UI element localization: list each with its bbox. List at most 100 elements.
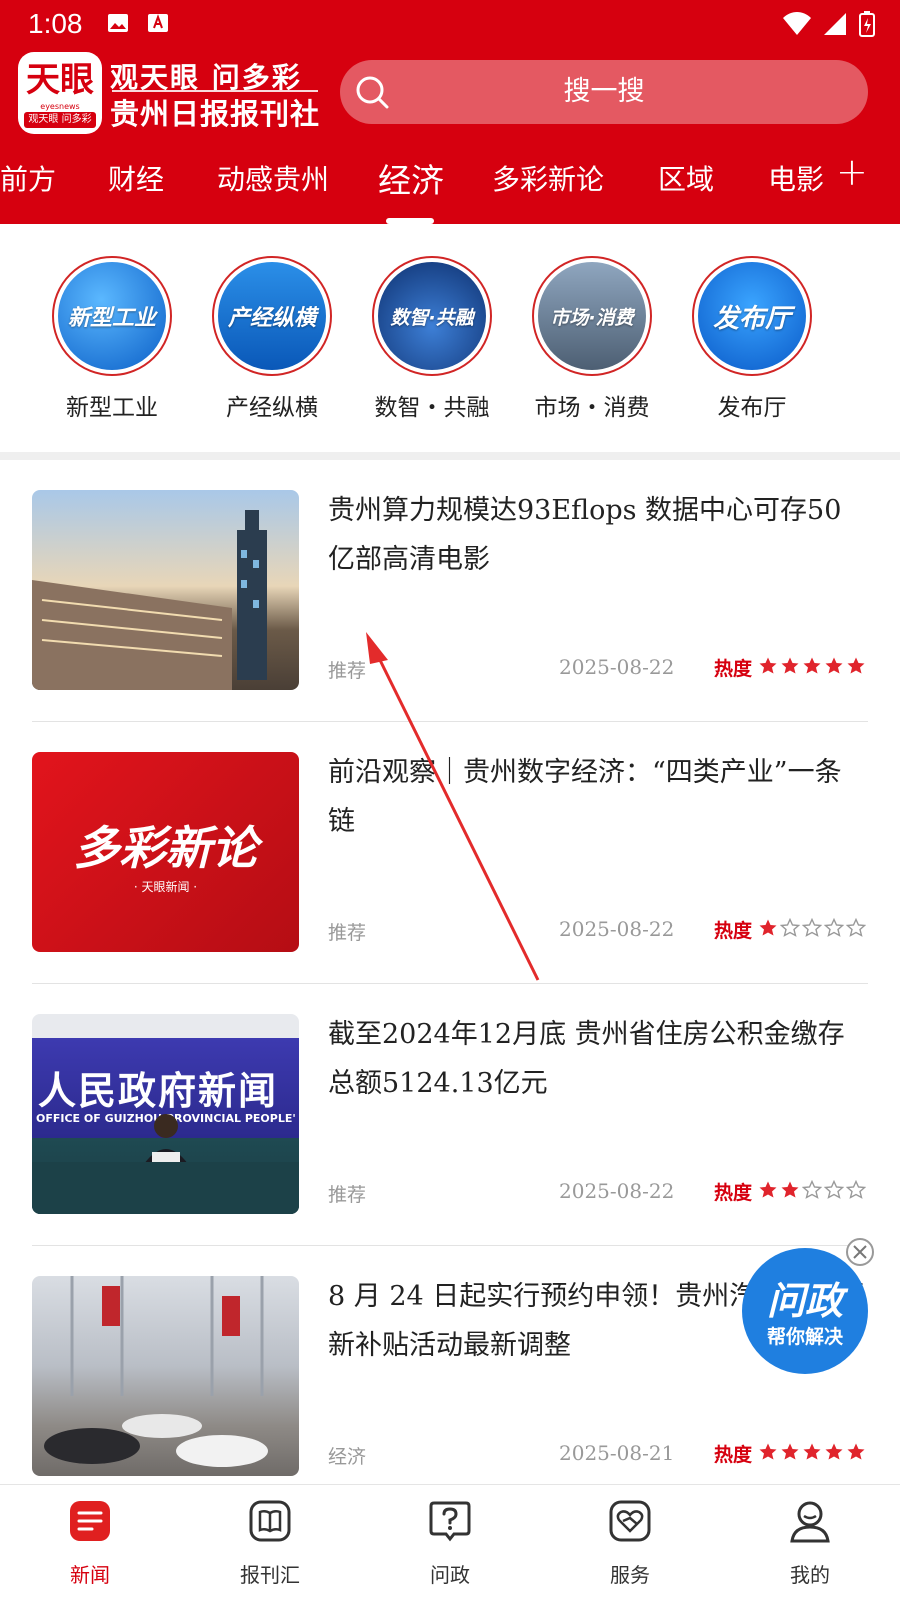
news-item[interactable]: 多彩新论 · 天眼新闻 · 前沿观察｜贵州数字经济：“四类产业”一条链 推荐 2… — [32, 722, 868, 984]
news-icon — [70, 1501, 110, 1541]
category-badge: 产经纵横 — [212, 256, 332, 376]
logo-text: 天眼 — [26, 60, 94, 100]
category-label: 数智・共融 — [374, 395, 490, 421]
gallery-notification-icon — [108, 14, 128, 32]
empty-star-icon — [824, 918, 844, 937]
news-date: 2025-08-22 — [559, 917, 675, 941]
empty-star-icon — [802, 918, 822, 937]
nav-label: 新闻 — [70, 1563, 110, 1587]
tab-duocaixinlun[interactable]: 多彩新论 — [492, 158, 604, 198]
news-title: 前沿观察｜贵州数字经济：“四类产业”一条链 — [328, 757, 842, 837]
category-badge: 新型工业 — [52, 256, 172, 376]
news-item[interactable]: 贵州算力规模达93Eflops 数据中心可存50亿部高清电影 推荐 2025-0… — [32, 460, 868, 722]
car-showroom-photo — [44, 1276, 268, 1467]
tab-dongganguizhou[interactable]: 动感贵州 — [217, 158, 329, 198]
empty-star-icon — [802, 1180, 822, 1199]
heat-label: 热度 — [714, 1182, 753, 1204]
tab-quyu[interactable]: 区域 — [658, 158, 714, 198]
heat-label: 热度 — [714, 658, 753, 680]
signal-icon — [824, 13, 846, 35]
category-fabuting[interactable]: 发布厅 发布厅 — [682, 256, 822, 422]
news-tag: 推荐 — [328, 922, 367, 944]
search-placeholder: 搜一搜 — [563, 76, 645, 107]
nav-news[interactable]: 新闻 — [30, 1499, 150, 1588]
category-badge: 市场·消费 — [532, 256, 652, 376]
category-xinxinggongye[interactable]: 新型工业 新型工业 — [42, 256, 182, 422]
empty-star-icon — [780, 918, 800, 937]
heat-rating — [758, 1442, 866, 1462]
question-icon — [429, 1501, 471, 1542]
filled-star-icon — [781, 657, 799, 674]
battery-icon — [859, 11, 875, 37]
category-badge-text: 产经纵横 — [218, 262, 326, 370]
news-date: 2025-08-22 — [559, 1179, 675, 1203]
tab-dianying[interactable]: 电影 — [768, 158, 824, 198]
filled-star-icon — [759, 1443, 777, 1460]
book-icon — [249, 1500, 291, 1542]
news-thumbnail — [32, 490, 299, 690]
service-icon — [609, 1500, 651, 1542]
thumbnail-subtitle: · 天眼新闻 · — [133, 880, 198, 894]
news-item[interactable]: 人民政府新闻 OFFICE OF GUIZHOU PROVINCIAL PEOP… — [32, 984, 868, 1246]
news-thumbnail — [32, 1276, 299, 1476]
app-header: 1:08 天眼 eyesnews 观天眼 问多彩 观天眼 问多彩 贵州日报报刊社… — [0, 0, 900, 224]
filled-star-icon — [803, 657, 821, 674]
filled-star-icon — [781, 1443, 799, 1460]
filled-star-icon — [759, 919, 777, 936]
tab-jingji[interactable]: 经济 — [378, 154, 444, 202]
logo-bar: 观天眼 问多彩 — [24, 112, 96, 128]
category-label: 市场・消费 — [534, 395, 650, 421]
nav-wenzheng[interactable]: 问政 — [390, 1499, 510, 1588]
status-time: 1:08 — [28, 8, 83, 39]
news-tag: 推荐 — [328, 660, 367, 682]
heat-rating — [758, 1180, 866, 1200]
filled-star-icon — [759, 657, 777, 674]
category-shuzhigongrong[interactable]: 数智·共融 数智・共融 — [362, 256, 502, 422]
close-icon — [853, 1245, 867, 1259]
float-close-button[interactable] — [846, 1238, 874, 1266]
category-badge-text: 新型工业 — [58, 262, 166, 370]
news-date: 2025-08-22 — [559, 655, 675, 679]
press-conference-photo — [32, 1114, 299, 1214]
brand-publisher: 贵州日报报刊社 — [110, 97, 321, 131]
filled-star-icon — [847, 657, 865, 674]
status-bar: 1:08 — [0, 0, 900, 48]
nav-baokanhui[interactable]: 报刊汇 — [210, 1499, 330, 1588]
tab-caijing[interactable]: 财经 — [108, 158, 164, 198]
search-bar[interactable]: 搜一搜 — [340, 60, 868, 124]
news-date: 2025-08-21 — [559, 1441, 675, 1465]
news-tag: 推荐 — [328, 1184, 367, 1206]
nav-label: 我的 — [790, 1563, 830, 1587]
nav-wode[interactable]: 我的 — [750, 1499, 870, 1588]
category-badge: 发布厅 — [692, 256, 812, 376]
nav-label: 报刊汇 — [240, 1563, 300, 1587]
filled-star-icon — [803, 1443, 821, 1460]
category-badge-text: 市场·消费 — [538, 262, 646, 370]
add-channel-button[interactable]: + — [836, 150, 868, 194]
news-thumbnail: 多彩新论 · 天眼新闻 · — [32, 752, 299, 952]
heat-rating — [758, 656, 866, 676]
news-thumbnail: 人民政府新闻 OFFICE OF GUIZHOU PROVINCIAL PEOP… — [32, 1014, 299, 1214]
heat-rating — [758, 918, 866, 938]
news-tag: 经济 — [328, 1446, 367, 1468]
category-chanjingzongheng[interactable]: 产经纵横 产经纵横 — [202, 256, 342, 422]
data-center-photo — [32, 510, 267, 690]
thumbnail-title: 多彩新论 — [73, 821, 258, 875]
wenzheng-float-button[interactable]: 问政 帮你解决 — [742, 1248, 868, 1374]
nav-label: 问政 — [430, 1563, 470, 1587]
category-label: 产经纵横 — [226, 395, 318, 421]
category-badge-text: 数智·共融 — [378, 262, 486, 370]
empty-star-icon — [846, 1180, 866, 1199]
nav-label: 服务 — [610, 1563, 650, 1587]
nav-fuwu[interactable]: 服务 — [570, 1499, 690, 1588]
filled-star-icon — [847, 1443, 865, 1460]
category-shichangxiaofei[interactable]: 市场·消费 市场・消费 — [522, 256, 662, 422]
filled-star-icon — [759, 1181, 777, 1198]
category-label: 发布厅 — [717, 395, 787, 421]
news-title: 贵州算力规模达93Eflops 数据中心可存50亿部高清电影 — [328, 495, 842, 575]
tab-qianfang[interactable]: 前方 — [0, 158, 56, 198]
filled-star-icon — [781, 1181, 799, 1198]
app-logo: 天眼 eyesnews 观天眼 问多彩 — [18, 52, 102, 134]
bottom-navigation: 新闻 报刊汇 问政 服务 我的 — [0, 1484, 900, 1600]
heat-label: 热度 — [714, 920, 753, 942]
